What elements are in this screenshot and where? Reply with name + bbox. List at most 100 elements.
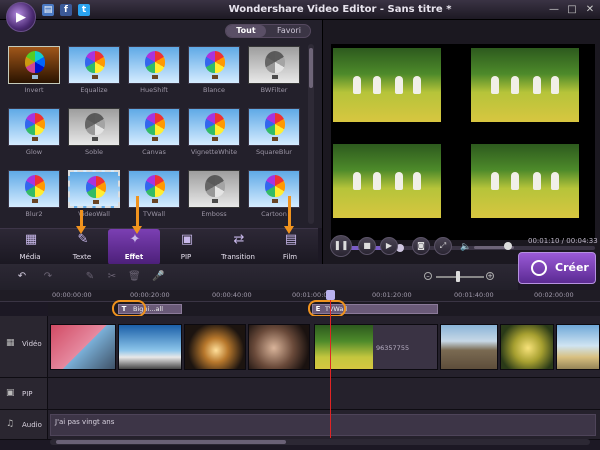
close-button[interactable]: ✕ — [584, 4, 596, 16]
effect-label: VideoWall — [78, 210, 110, 218]
balloon-image — [265, 175, 285, 197]
effect-thumbnail[interactable] — [8, 46, 60, 84]
timeline-ruler[interactable]: 00:00:00:00 00:00:20:00 00:00:40:00 00:0… — [0, 290, 600, 302]
maximize-button[interactable]: □ — [566, 4, 578, 16]
preview-tile — [471, 48, 579, 122]
video-clip[interactable] — [248, 324, 310, 370]
volume-handle[interactable] — [504, 242, 512, 250]
volume-icon[interactable]: 🔈 — [460, 242, 471, 252]
audio-track-header: ♫ Audio — [0, 410, 48, 440]
balloon-image — [85, 51, 105, 73]
video-clip[interactable] — [184, 324, 246, 370]
effect-thumbnail[interactable] — [248, 170, 300, 208]
balloon-basket — [152, 137, 158, 141]
category-label: Film — [282, 253, 298, 261]
audio-clip[interactable]: J'ai pas vingt ans — [50, 414, 596, 436]
balloon-basket — [93, 200, 99, 204]
undo-icon[interactable]: ↶ — [16, 271, 28, 283]
category-media[interactable]: ▦ Média — [4, 229, 56, 265]
save-icon[interactable]: ▤ — [42, 4, 54, 16]
tab-tout[interactable]: Tout — [226, 25, 266, 37]
effect-thumbnail[interactable] — [68, 46, 120, 84]
balloon-basket — [32, 75, 38, 79]
effect-thumbnail[interactable] — [188, 108, 240, 146]
app-logo: ▶ — [6, 2, 36, 32]
effect-label: Glow — [25, 148, 43, 156]
effect-thumbnail[interactable] — [8, 170, 60, 208]
minimize-button[interactable]: — — [548, 4, 560, 16]
delete-icon[interactable]: 🗑 — [128, 271, 141, 283]
timeline-scroll-thumb[interactable] — [56, 440, 286, 444]
zoom-handle[interactable] — [456, 271, 460, 282]
effect-label: Blur2 — [25, 210, 43, 218]
category-transition[interactable]: ⇄ Transition — [212, 229, 264, 265]
preview-screen[interactable] — [331, 44, 595, 240]
preview-tile — [333, 144, 441, 218]
balloon-basket — [272, 137, 278, 141]
zoom-out-icon[interactable]: – — [424, 272, 432, 280]
category-pip[interactable]: ▣ PIP — [160, 229, 212, 265]
balloon-image — [25, 113, 45, 135]
create-label: Créer — [555, 261, 589, 274]
category-text[interactable]: ✎ Texte — [56, 229, 108, 265]
balloon-basket — [212, 199, 218, 203]
fullscreen-icon[interactable]: ⤢ — [434, 237, 452, 255]
pause-button[interactable]: ❚❚ — [330, 235, 352, 257]
video-clip[interactable] — [50, 324, 116, 370]
effect-label: Equalize — [80, 86, 108, 94]
library-scrollbar[interactable] — [308, 44, 314, 224]
effect-label: Blance — [203, 86, 225, 94]
video-track-icon: ▦ — [6, 338, 15, 348]
category-film[interactable]: ▤ Film — [264, 229, 316, 265]
video-clip[interactable] — [440, 324, 498, 370]
tab-favori[interactable]: Favori — [268, 25, 310, 37]
timeline-toolbar: ↶ ↷ ✎ ✂ 🗑 🎤 – + — [0, 264, 518, 290]
effect-thumbnail[interactable] — [68, 170, 120, 208]
window-title: Wondershare Video Editor - Sans titre * — [228, 4, 452, 15]
cut-icon[interactable]: ✂ — [106, 271, 118, 283]
snapshot-icon[interactable]: ◙ — [412, 237, 430, 255]
edit-icon[interactable]: ✎ — [84, 271, 96, 283]
effect-label: BWFilter — [260, 86, 288, 94]
microphone-icon[interactable]: 🎤 — [152, 271, 164, 283]
effect-thumbnail[interactable] — [248, 108, 300, 146]
redo-icon[interactable]: ↷ — [42, 271, 54, 283]
category-label: Texte — [72, 253, 92, 261]
playhead-handle[interactable] — [326, 290, 335, 300]
effect-thumbnail[interactable] — [128, 108, 180, 146]
effect-label: Cartoon — [261, 210, 287, 218]
ruler-tick: 00:00:20:00 — [130, 291, 170, 299]
twitter-icon[interactable]: t — [78, 4, 90, 16]
zoom-slider[interactable] — [436, 276, 484, 278]
pip-icon: ▣ — [180, 232, 194, 247]
zoom-in-icon[interactable]: + — [486, 272, 494, 280]
annotation-arrow — [132, 226, 142, 234]
effect-thumbnail[interactable] — [128, 46, 180, 84]
filter-tabs: Tout Favori — [225, 24, 311, 38]
timeline-scrollbar[interactable] — [50, 439, 590, 445]
create-button[interactable]: Créer — [518, 252, 596, 284]
effect-thumbnail[interactable] — [248, 46, 300, 84]
effect-label: Invert — [24, 86, 44, 94]
effect-thumbnail[interactable] — [8, 108, 60, 146]
balloon-image — [205, 175, 225, 197]
effect-thumbnail[interactable] — [188, 46, 240, 84]
category-label: Effet — [124, 253, 144, 261]
category-effect[interactable]: ✦ Effet — [108, 229, 160, 265]
effect-label: TVWall — [142, 210, 166, 218]
effect-thumbnail[interactable] — [188, 170, 240, 208]
stop-button[interactable]: ■ — [358, 237, 376, 255]
effect-label: SquareBlur — [256, 148, 292, 156]
next-frame-button[interactable]: ▶ — [380, 237, 398, 255]
video-clip[interactable] — [556, 324, 600, 370]
effect-thumbnail[interactable] — [68, 108, 120, 146]
balloon-basket — [152, 199, 158, 203]
ruler-tick: 00:01:20:00 — [372, 291, 412, 299]
video-clip[interactable] — [118, 324, 182, 370]
pip-track-header: ▣ PIP — [0, 378, 48, 410]
library-scroll-thumb[interactable] — [309, 48, 313, 88]
video-clip[interactable] — [500, 324, 554, 370]
facebook-icon[interactable]: f — [60, 4, 72, 16]
pip-track[interactable] — [48, 378, 600, 410]
film-reel-icon — [531, 260, 547, 276]
